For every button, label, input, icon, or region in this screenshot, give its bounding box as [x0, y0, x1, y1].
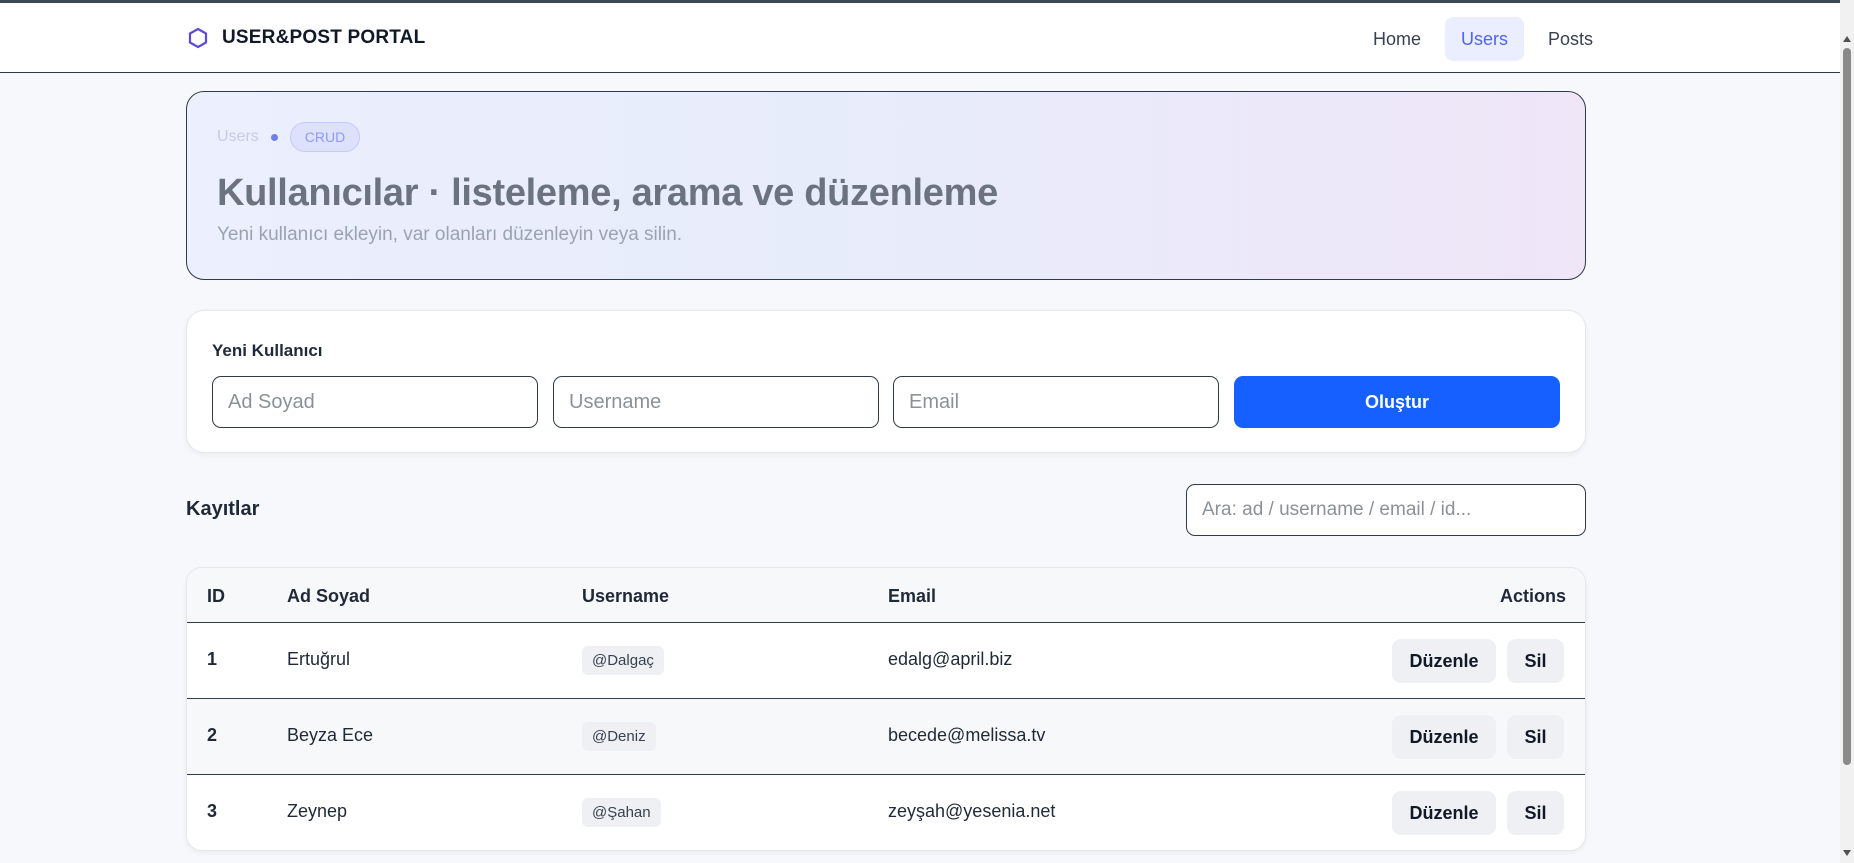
username-pill: @Deniz — [582, 722, 656, 751]
page-header-banner: Users CRUD Kullanıcılar · listeleme, ara… — [186, 91, 1586, 280]
page-title: Kullanıcılar · listeleme, arama ve düzen… — [217, 172, 998, 214]
cell-id: 1 — [207, 649, 218, 669]
cell-name: Beyza Ece — [287, 725, 374, 745]
edit-button[interactable]: Düzenle — [1392, 791, 1496, 835]
edit-button[interactable]: Düzenle — [1392, 639, 1496, 683]
hexagon-icon — [188, 27, 208, 49]
edit-button[interactable]: Düzenle — [1392, 715, 1496, 759]
page-subtitle: Yeni kullanıcı ekleyin, var olanları düz… — [217, 224, 683, 245]
vertical-scrollbar[interactable] — [1840, 0, 1854, 863]
delete-button[interactable]: Sil — [1507, 791, 1564, 835]
cell-id: 2 — [207, 725, 218, 745]
new-user-title: Yeni Kullanıcı — [212, 341, 323, 360]
scroll-up-arrow-icon[interactable] — [1843, 36, 1851, 42]
username-pill: @Dalgaç — [582, 646, 664, 675]
table-row: 2 Beyza Ece @Deniz becede@melissa.tv Düz… — [187, 699, 1585, 775]
brand[interactable]: USER&POST PORTAL — [188, 27, 425, 49]
navbar: USER&POST PORTAL Home Users Posts — [0, 3, 1840, 73]
cell-email: edalg@april.biz — [888, 649, 1013, 669]
cell-id: 3 — [207, 801, 218, 821]
cell-name: Ertuğrul — [287, 649, 351, 669]
header-name: Ad Soyad — [287, 586, 371, 606]
users-table: ID Ad Soyad Username Email Actions 1 Ert… — [186, 567, 1586, 851]
delete-button[interactable]: Sil — [1507, 639, 1564, 683]
nav-home[interactable]: Home — [1357, 17, 1437, 61]
username-pill: @Şahan — [582, 798, 661, 827]
email-input[interactable] — [893, 376, 1219, 428]
delete-button[interactable]: Sil — [1507, 715, 1564, 759]
nav-users[interactable]: Users — [1445, 17, 1525, 61]
brand-name: USER&POST PORTAL — [222, 27, 426, 48]
cell-email: becede@melissa.tv — [888, 725, 1046, 745]
search-input[interactable] — [1186, 484, 1586, 536]
cell-email: zeyşah@yesenia.net — [888, 801, 1056, 821]
crud-badge: CRUD — [289, 122, 361, 152]
new-user-card: Yeni Kullanıcı Oluştur — [186, 310, 1586, 453]
username-input[interactable] — [553, 376, 879, 428]
table-row: 3 Zeynep @Şahan zeyşah@yesenia.net Düzen… — [187, 775, 1585, 850]
table-row: 1 Ertuğrul @Dalgaç edalg@april.biz Düzen… — [187, 623, 1585, 699]
breadcrumb: Users CRUD — [217, 122, 361, 152]
cell-name: Zeynep — [287, 801, 348, 821]
records-title: Kayıtlar — [186, 498, 260, 520]
breadcrumb-dot-icon — [270, 133, 278, 141]
header-username: Username — [582, 586, 670, 606]
nav-posts[interactable]: Posts — [1532, 17, 1609, 61]
scroll-thumb[interactable] — [1843, 48, 1851, 765]
header-actions: Actions — [1499, 586, 1566, 606]
name-input[interactable] — [212, 376, 538, 428]
header-id: ID — [207, 586, 225, 606]
breadcrumb-users[interactable]: Users — [217, 128, 259, 146]
header-email: Email — [888, 586, 937, 606]
nav-links: Home Users Posts — [1357, 17, 1609, 61]
table-header: ID Ad Soyad Username Email Actions — [187, 568, 1585, 623]
scroll-down-arrow-icon[interactable] — [1843, 850, 1851, 856]
create-button[interactable]: Oluştur — [1234, 376, 1560, 428]
